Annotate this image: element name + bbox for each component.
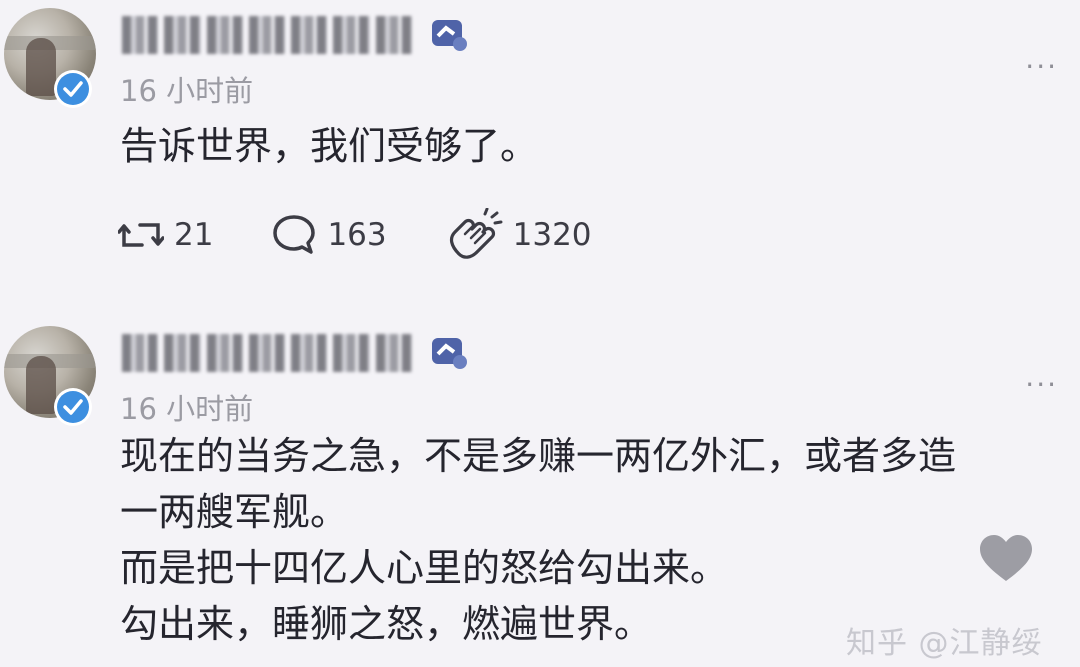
verified-icon [54, 388, 92, 426]
comment-button[interactable]: 163 [271, 213, 387, 257]
verified-icon [54, 70, 92, 108]
post-content: 告诉世界，我们受够了。 [120, 124, 539, 168]
feed: ··· 16 小时前 告诉世界，我们受够了。 21 163 1320 ··· 1… [0, 0, 1080, 667]
watermark: 知乎 @江静绥 [846, 626, 1043, 661]
action-bar: 21 163 1320 [118, 205, 650, 265]
clap-count: 1320 [512, 217, 592, 253]
more-icon[interactable]: ··· [1025, 50, 1058, 83]
username-blurred[interactable] [122, 14, 412, 56]
badge-icon [426, 332, 470, 372]
username-blurred[interactable] [122, 332, 412, 374]
comment-count: 163 [327, 217, 387, 253]
more-icon[interactable]: ··· [1025, 368, 1058, 401]
post: ··· 16 小时前 告诉世界，我们受够了。 21 163 1320 [0, 0, 1080, 300]
comment-icon [271, 213, 317, 257]
clap-button[interactable]: 1320 [445, 208, 592, 262]
badge-icon [426, 14, 470, 54]
heart-icon[interactable] [978, 533, 1034, 585]
repost-count: 21 [174, 217, 214, 253]
repost-button[interactable]: 21 [118, 215, 213, 255]
post-time: 16 小时前 [120, 392, 254, 426]
repost-icon [118, 215, 164, 255]
post: ··· 16 小时前 现在的当务之急，不是多赚一两亿外汇，或者多造 一两艘军舰。… [0, 318, 1080, 667]
clap-icon [445, 208, 503, 262]
post-time: 16 小时前 [120, 74, 254, 108]
